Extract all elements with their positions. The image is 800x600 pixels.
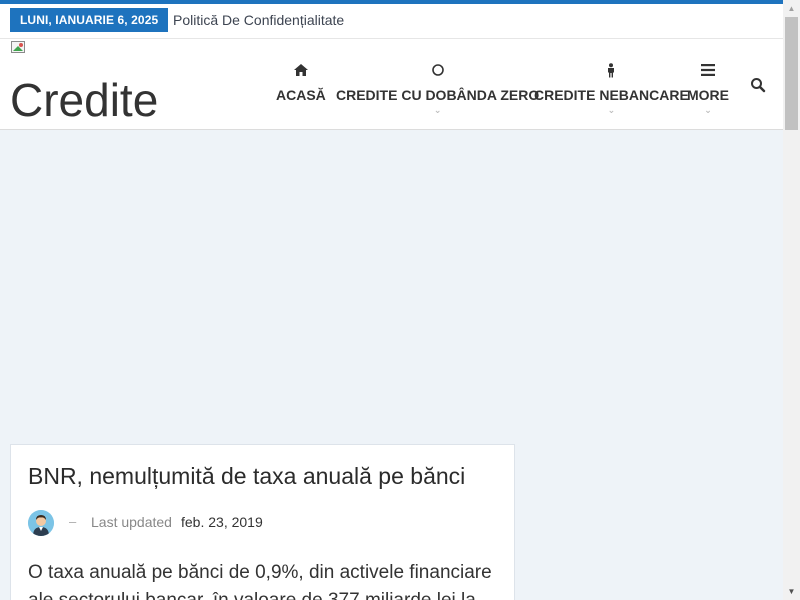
broken-logo-image-icon[interactable]	[10, 40, 26, 54]
author-avatar[interactable]	[28, 510, 54, 536]
home-icon	[276, 63, 326, 79]
site-title[interactable]: Credite	[10, 74, 158, 126]
top-bar: LUNI, IANUARIE 6, 2025 Politică De Confi…	[0, 4, 783, 39]
scroll-up-arrow-icon[interactable]: ▲	[783, 0, 800, 17]
nav-label: MORE	[687, 87, 729, 103]
privacy-policy-link[interactable]: Politică De Confidențialitate	[173, 12, 344, 28]
last-updated-label: Last updated	[91, 514, 172, 530]
meta-separator: –	[69, 514, 77, 529]
vertical-scrollbar[interactable]: ▲ ▼	[783, 0, 800, 600]
date-badge: LUNI, IANUARIE 6, 2025	[10, 8, 169, 32]
scroll-down-arrow-icon[interactable]: ▼	[783, 583, 800, 600]
nav-item-credite-dobanda-zero[interactable]: CREDITE CU DOBÂNDA ZERO ⌄	[336, 63, 539, 115]
chevron-down-icon: ⌄	[607, 105, 616, 115]
nav-label: CREDITE NEBANCARE	[534, 87, 689, 103]
scroll-thumb[interactable]	[785, 17, 798, 130]
circle-icon	[336, 63, 539, 79]
nav-label: CREDITE CU DOBÂNDA ZERO	[336, 87, 540, 103]
chevron-down-icon: ⌄	[433, 105, 442, 115]
site-header: Credite ACASĂ CREDITE CU DOBÂNDA ZERO ⌄ …	[0, 39, 783, 130]
person-icon	[534, 63, 689, 79]
nav-label: ACASĂ	[276, 87, 326, 103]
chevron-down-icon: ⌄	[704, 105, 712, 115]
article-title[interactable]: BNR, nemulțumită de taxa anuală pe bănci	[28, 463, 465, 490]
nav-item-acasa[interactable]: ACASĂ	[276, 63, 326, 103]
search-icon[interactable]	[750, 77, 766, 93]
last-updated-date: feb. 23, 2019	[181, 514, 263, 530]
article-card: BNR, nemulțumită de taxa anuală pe bănci…	[10, 444, 515, 600]
nav-item-more[interactable]: MORE ⌄	[687, 63, 729, 115]
article-excerpt: O taxa anuală pe bănci de 0,9%, din acti…	[28, 562, 492, 600]
nav-item-credite-nebancare[interactable]: CREDITE NEBANCARE ⌄	[534, 63, 689, 115]
menu-icon	[687, 63, 729, 79]
